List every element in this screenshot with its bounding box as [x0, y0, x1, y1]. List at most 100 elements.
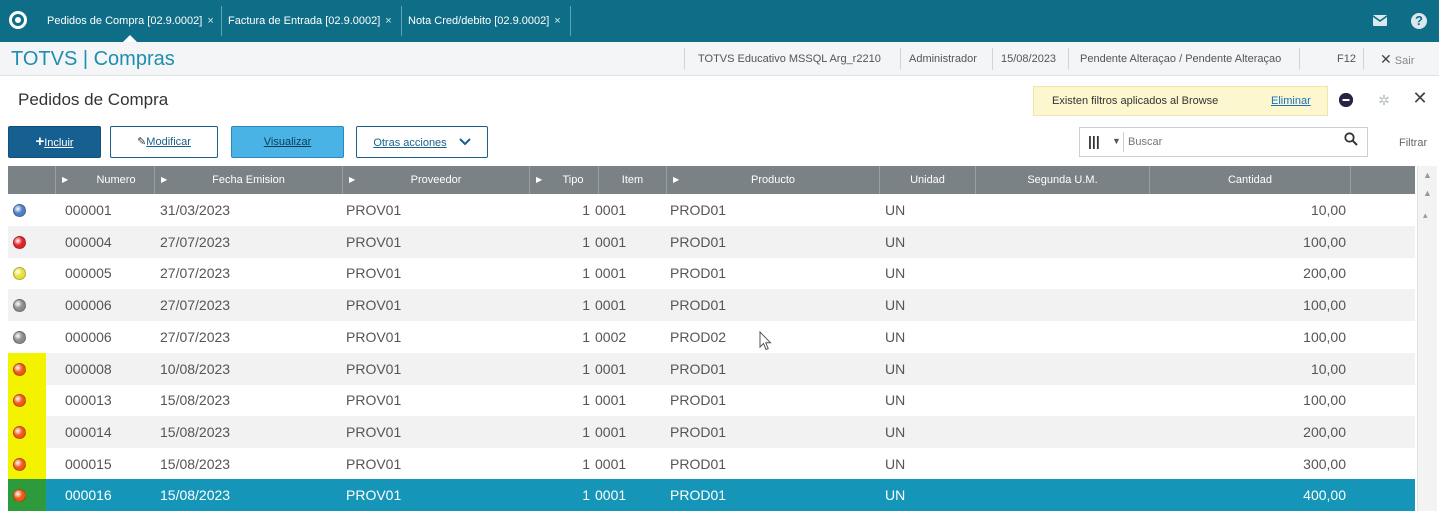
cell-proveedor: PROV01 — [346, 487, 402, 504]
search-icon[interactable] — [1344, 132, 1358, 149]
close-icon[interactable]: × — [554, 15, 560, 27]
cell-segunda — [983, 448, 1143, 480]
app-title: TOTVS | Compras — [11, 48, 175, 70]
notification-icon[interactable] — [1339, 93, 1353, 107]
cell-fecha: 15/08/2023 — [160, 392, 231, 409]
cell-proveedor: PROV01 — [346, 202, 402, 218]
table-row[interactable]: 000014 15/08/2023 PROV01 1 0001 PROD01 UN 200,0… — [8, 415, 1415, 448]
vertical-scrollbar[interactable]: ▲ ▲ ▴ — [1417, 166, 1437, 511]
column-header-numero[interactable]: ▶ Numero — [56, 166, 154, 194]
status-legend-icon[interactable] — [13, 299, 26, 313]
shortcut-f12[interactable]: F12 — [1337, 42, 1356, 76]
header-divider — [900, 48, 901, 70]
status-legend-icon[interactable] — [13, 204, 26, 217]
caret-down-icon[interactable]: ▼ — [1112, 136, 1121, 146]
view-button[interactable]: Visualizar — [231, 126, 344, 158]
totvs-logo-icon[interactable] — [9, 11, 27, 29]
table-row[interactable]: 000008 10/08/2023 PROV01 1 0001 PROD01 UN 10,00 — [8, 352, 1415, 385]
cell-cantidad: 100,00 — [1303, 233, 1346, 250]
cell-segunda — [983, 353, 1143, 385]
modify-button[interactable]: ✎Modificar — [110, 126, 218, 158]
column-header-unidad[interactable]: Unidad — [880, 166, 975, 194]
table-row[interactable]: 000001 31/03/2023 PROV01 1 0001 PROD01 UN 10,00 — [8, 194, 1415, 226]
header-divider — [992, 48, 993, 70]
cell-unidad: UN — [885, 392, 906, 409]
cell-tipo: 1 — [582, 455, 590, 472]
columns-icon[interactable]: ||| — [1088, 133, 1100, 149]
column-header-fecha-emision[interactable]: ▶ Fecha Emision — [155, 166, 342, 194]
cell-numero: 000005 — [65, 265, 112, 282]
column-header-segunda-um[interactable]: Segunda U.M. — [976, 166, 1149, 194]
app-header: TOTVS | Compras TOTVS Educativo MSSQL Ar… — [0, 42, 1439, 76]
scroll-page-up-icon[interactable]: ▲ — [1423, 188, 1432, 198]
cell-segunda — [983, 194, 1143, 226]
cell-numero: 000004 — [65, 233, 112, 250]
cell-unidad: UN — [885, 328, 906, 345]
column-header-producto[interactable]: ▶ Producto — [667, 166, 879, 194]
cell-numero: 000001 — [65, 202, 112, 218]
status-legend-icon[interactable] — [13, 267, 26, 281]
add-button[interactable]: +Incluir — [8, 126, 101, 158]
tab-label: Pedidos de Compra [02.9.0002] — [47, 15, 203, 27]
more-actions-button[interactable]: Otras acciones — [356, 126, 488, 158]
cell-producto: PROD01 — [670, 360, 727, 377]
cell-fecha: 31/03/2023 — [160, 202, 231, 218]
table-row[interactable]: 000005 27/07/2023 PROV01 1 0001 PROD01 UN 200,0… — [8, 257, 1415, 289]
more-actions-label: Otras acciones — [373, 137, 447, 149]
mouse-cursor-icon — [759, 331, 772, 351]
close-icon[interactable]: × — [207, 15, 213, 27]
status-legend-icon[interactable] — [13, 425, 26, 439]
cell-proveedor: PROV01 — [346, 455, 402, 472]
cell-item: 0001 — [595, 233, 627, 250]
cell-unidad: UN — [885, 202, 906, 218]
gear-icon[interactable]: ✲ — [1376, 92, 1392, 108]
cell-item: 0001 — [595, 297, 627, 314]
cell-producto: PROD01 — [670, 265, 727, 282]
cell-proveedor: PROV01 — [346, 360, 402, 377]
table-row[interactable]: 000015 15/08/2023 PROV01 1 0001 PROD01 UN 300,0… — [8, 447, 1415, 480]
tab-nota-cred-debito[interactable]: Nota Cred/debito [02.9.0002] × — [408, 0, 561, 42]
cell-unidad: UN — [885, 233, 906, 250]
column-header-item[interactable]: Item — [599, 166, 666, 194]
cell-segunda — [983, 321, 1143, 353]
cell-unidad: UN — [885, 423, 906, 440]
scroll-up-icon[interactable]: ▴ — [1423, 210, 1428, 221]
status-legend-icon[interactable] — [13, 362, 26, 376]
status-legend-icon[interactable] — [13, 235, 26, 249]
table-row[interactable]: 000006 27/07/2023 PROV01 1 0002 PROD02 UN 100,0… — [8, 321, 1415, 353]
cell-producto: PROD01 — [670, 233, 727, 250]
filter-link[interactable]: Filtrar — [1399, 137, 1427, 149]
close-icon[interactable]: ✕ — [1412, 89, 1428, 107]
column-header-tipo[interactable]: ▶ Tipo — [530, 166, 598, 194]
table-row[interactable]: 000016 15/08/2023 PROV01 1 0001 PROD01 UN 400,0… — [8, 479, 1415, 512]
table-row[interactable]: 000006 27/07/2023 PROV01 1 0001 PROD01 UN 100,0… — [8, 289, 1415, 322]
cell-segunda — [983, 257, 1143, 289]
cell-fecha: 15/08/2023 — [160, 487, 231, 504]
status-label: Pendente Alteraçao / Pendente Alteraçao — [1080, 53, 1282, 65]
user-label[interactable]: Administrador — [909, 42, 977, 76]
tab-factura-de-entrada[interactable]: Factura de Entrada [02.9.0002] × — [228, 0, 392, 42]
cell-fecha: 27/07/2023 — [160, 328, 231, 345]
cell-tipo: 1 — [582, 233, 590, 250]
column-header-cantidad[interactable]: Cantidad — [1150, 166, 1350, 194]
table-row[interactable]: 000004 27/07/2023 PROV01 1 0001 PROD01 UN 100,0… — [8, 225, 1415, 258]
help-icon[interactable]: ? — [1411, 13, 1427, 29]
cell-fecha: 15/08/2023 — [160, 455, 231, 472]
cell-cantidad: 10,00 — [1310, 202, 1346, 218]
cell-proveedor: PROV01 — [346, 423, 402, 440]
tab-pedidos-de-compra[interactable]: Pedidos de Compra [02.9.0002] × — [47, 0, 214, 42]
close-icon[interactable]: × — [385, 15, 391, 27]
cell-cantidad: 300,00 — [1303, 455, 1346, 472]
clear-filter-link[interactable]: Eliminar — [1271, 95, 1311, 107]
status-legend-icon[interactable] — [13, 330, 26, 344]
exit-button[interactable]: ✕ Sair — [1380, 42, 1414, 76]
mail-icon[interactable] — [1370, 11, 1390, 31]
status-legend-icon[interactable] — [13, 457, 26, 471]
search-input[interactable] — [1128, 133, 1328, 151]
table-row[interactable]: 000013 15/08/2023 PROV01 1 0001 PROD01 UN 100,0… — [8, 384, 1415, 417]
header-divider — [1363, 48, 1364, 70]
column-header-proveedor[interactable]: ▶ Proveedor — [343, 166, 529, 194]
scroll-top-icon[interactable]: ▲ — [1423, 170, 1432, 180]
page-title: Pedidos de Compra — [18, 90, 169, 109]
date-label: 15/08/2023 — [1001, 53, 1057, 65]
